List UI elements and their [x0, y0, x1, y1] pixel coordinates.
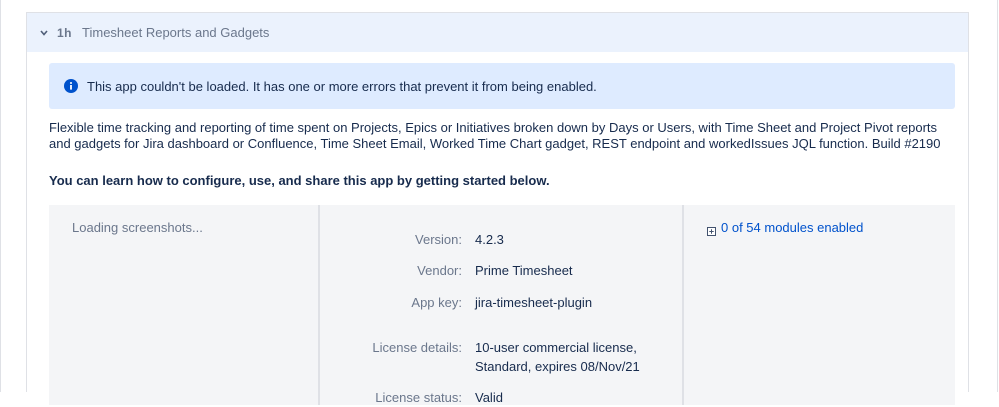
getting-started-text: You can learn how to configure, use, and… — [49, 173, 550, 188]
license-status-value: Valid — [475, 390, 503, 405]
license-details-line-2: Standard, expires 08/Nov/21 — [475, 359, 640, 374]
modules-column: 0 of 54 modules enabled — [684, 205, 955, 405]
app-key-value: jira-timesheet-plugin — [475, 295, 593, 310]
license-details-line-1: 10-user commercial license, — [475, 340, 637, 355]
license-status-label: License status: — [375, 390, 462, 405]
modules-toggle[interactable]: 0 of 54 modules enabled — [707, 220, 863, 236]
loading-screenshots-text: Loading screenshots... — [72, 220, 203, 235]
app-panel: 1h Timesheet Reports and Gadgets This ap… — [26, 12, 969, 405]
alert-message: This app couldn't be loaded. It has one … — [87, 78, 597, 94]
modules-enabled-link[interactable]: 0 of 54 modules enabled — [721, 220, 863, 235]
app-badge: 1h — [57, 25, 73, 40]
app-description: Flexible time tracking and reporting of … — [49, 120, 941, 151]
expand-plus-icon[interactable] — [707, 223, 716, 236]
app-panel-header[interactable]: 1h Timesheet Reports and Gadgets — [27, 13, 968, 52]
license-details-value: 10-user commercial license, Standard, ex… — [475, 338, 675, 376]
vendor-label: Vendor: — [417, 263, 462, 278]
app-details: Loading screenshots... Version: 4.2.3 Ve… — [49, 205, 955, 405]
version-value: 4.2.3 — [475, 232, 504, 247]
app-info-column: Version: 4.2.3 Vendor: Prime Timesheet A… — [320, 205, 684, 405]
chevron-down-icon[interactable] — [39, 28, 49, 38]
license-details-label: License details: — [372, 340, 462, 355]
version-label: Version: — [415, 232, 462, 247]
app-key-label: App key: — [411, 295, 462, 310]
vendor-value: Prime Timesheet — [475, 263, 573, 278]
screenshots-column: Loading screenshots... — [49, 205, 320, 405]
info-icon — [64, 79, 78, 93]
error-alert: This app couldn't be loaded. It has one … — [49, 63, 955, 109]
app-title: Timesheet Reports and Gadgets — [82, 25, 270, 40]
